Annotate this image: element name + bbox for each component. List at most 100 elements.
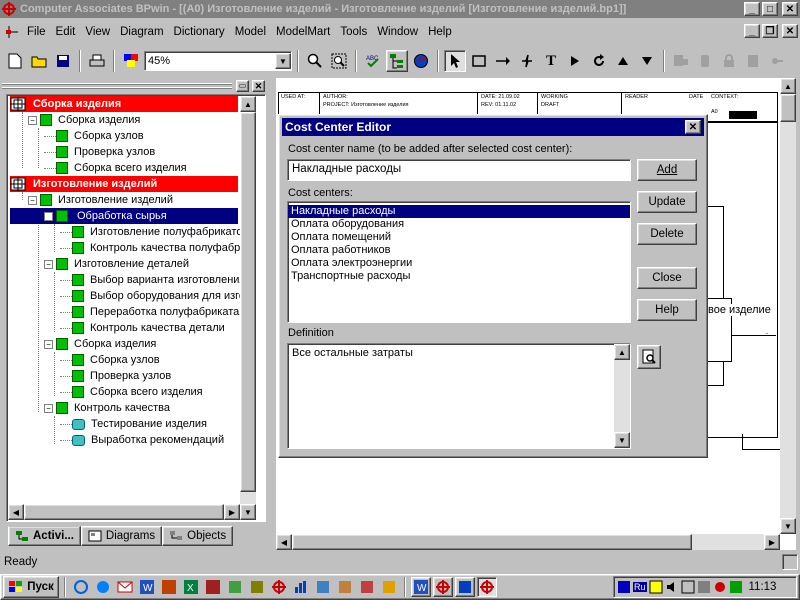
scroll-thumb[interactable]: [240, 112, 256, 492]
doc-close-button[interactable]: ✕: [782, 24, 798, 38]
minimize-button[interactable]: _: [744, 2, 760, 16]
rotate-tool[interactable]: [588, 50, 610, 72]
zoom-fit-button[interactable]: [328, 50, 350, 72]
quicklaunch-app3[interactable]: [313, 577, 333, 597]
close-dialog-button[interactable]: Close: [637, 267, 697, 289]
pointer-tool[interactable]: [444, 50, 466, 72]
quicklaunch-access[interactable]: [203, 577, 223, 597]
tree-node[interactable]: − Изготовление деталей: [44, 256, 189, 272]
quicklaunch-word[interactable]: W: [137, 577, 157, 597]
definition-scrollbar[interactable]: ▲ ▼: [614, 344, 630, 448]
cost-center-list-item[interactable]: Транспортные расходы: [288, 270, 630, 283]
tree-node[interactable]: − Контроль качества: [44, 400, 170, 416]
tray-icon[interactable]: [713, 580, 727, 594]
cost-center-list-item[interactable]: Оплата работников: [288, 244, 630, 257]
diagram-hscroll-thumb[interactable]: [292, 534, 692, 550]
next-level-tool[interactable]: [564, 50, 586, 72]
diagram-vscrollbar[interactable]: ▲ ▼: [780, 78, 796, 534]
tree-hscrollbar[interactable]: ◀ ▶: [8, 504, 240, 520]
quicklaunch-chart[interactable]: [291, 577, 311, 597]
cost-center-list-item[interactable]: Оплата помещений: [288, 231, 630, 244]
tray-icon[interactable]: [729, 580, 743, 594]
tree-node[interactable]: − Сборка изделия: [28, 112, 140, 128]
tree-node[interactable]: Сборка узлов: [44, 128, 144, 144]
tree-vscrollbar[interactable]: ▲ ▼: [240, 96, 256, 520]
tree-node[interactable]: Сборка узлов: [60, 352, 160, 368]
definition-editor-button[interactable]: [637, 345, 661, 369]
tree-node[interactable]: Проверка узлов: [60, 368, 171, 384]
cost-centers-list[interactable]: Накладные расходы Оплата оборудования Опла…: [287, 201, 631, 323]
tree-node[interactable]: Сборка всего изделия: [60, 384, 203, 400]
quicklaunch-app6[interactable]: [379, 577, 399, 597]
task-bpwin-active[interactable]: [477, 577, 497, 597]
dialog-title-bar[interactable]: Cost Center Editor ✕: [282, 118, 704, 136]
add-button[interactable]: Add: [637, 159, 697, 181]
diagram-scroll-up[interactable]: ▲: [780, 78, 796, 94]
maximize-button[interactable]: □: [762, 2, 778, 16]
diagram-scroll-right[interactable]: ▶: [764, 534, 780, 550]
tree-node[interactable]: − Сборка изделия: [44, 336, 156, 352]
tree-node[interactable]: Изготовление полуфабрикатов: [60, 224, 240, 240]
definition-scroll-down[interactable]: ▼: [614, 432, 630, 448]
tree-node[interactable]: Проверка узлов: [44, 144, 155, 160]
text-tool[interactable]: T: [540, 50, 562, 72]
quicklaunch-explorer[interactable]: [71, 577, 91, 597]
tray-icon[interactable]: [681, 580, 695, 594]
tree-node[interactable]: Тестирование изделия: [60, 416, 207, 432]
menu-model[interactable]: Model: [230, 26, 271, 38]
chevron-down-icon[interactable]: ▼: [275, 53, 291, 69]
tree-node[interactable]: Переработка полуфабриката: [60, 304, 239, 320]
new-button[interactable]: [4, 50, 26, 72]
arrow-tool[interactable]: [492, 50, 514, 72]
menu-tools[interactable]: Tools: [335, 26, 372, 38]
dialog-close-button[interactable]: ✕: [685, 120, 701, 134]
menu-dictionary[interactable]: Dictionary: [169, 26, 230, 38]
close-button[interactable]: ✕: [782, 2, 798, 16]
cost-center-name-input[interactable]: Накладные расходы: [287, 159, 631, 181]
tree-expander-icon[interactable]: −: [44, 211, 53, 221]
cost-center-list-item[interactable]: Оплата оборудования: [288, 218, 630, 231]
help-button[interactable]: Help: [637, 299, 697, 321]
modelmart-button[interactable]: [410, 50, 432, 72]
doc-restore-button[interactable]: ❐: [762, 24, 778, 38]
window-title-bar[interactable]: Computer Associates BPwin - [(A0) Изгото…: [0, 0, 800, 18]
cost-center-list-item[interactable]: Накладные расходы: [288, 205, 630, 218]
definition-textarea[interactable]: Все остальные затраты ▲ ▼: [287, 343, 631, 449]
open-button[interactable]: [28, 50, 50, 72]
cost-center-list-item[interactable]: Оплата электроэнергии: [288, 257, 630, 270]
tree-node[interactable]: Выбор оборудования для изготовления: [60, 288, 240, 304]
menu-help[interactable]: Help: [423, 26, 457, 38]
tree-expander-icon[interactable]: −: [44, 403, 53, 413]
tree-expander-icon[interactable]: −: [44, 339, 53, 349]
tree-node[interactable]: Выработка рекомендаций: [60, 432, 224, 448]
tray-icon[interactable]: [649, 580, 663, 594]
tree-node[interactable]: Изготовление изделий: [10, 176, 238, 192]
quicklaunch-app4[interactable]: [335, 577, 355, 597]
tree-expander-icon[interactable]: −: [28, 195, 37, 205]
diagram-scroll-down[interactable]: ▼: [780, 518, 796, 534]
box-tool[interactable]: [468, 50, 490, 72]
quicklaunch-app1[interactable]: [225, 577, 245, 597]
menu-modelmart[interactable]: ModelMart: [271, 26, 335, 38]
tab-activities[interactable]: Activi...: [8, 526, 81, 546]
task-word[interactable]: W: [411, 577, 431, 597]
tree-node[interactable]: Сборка изделия: [10, 96, 238, 112]
print-button[interactable]: [86, 50, 108, 72]
zoom-select[interactable]: 45% ▼: [144, 51, 292, 71]
quicklaunch-excel[interactable]: X: [181, 577, 201, 597]
task-app[interactable]: [455, 577, 475, 597]
definition-scroll-up[interactable]: ▲: [614, 344, 630, 360]
quicklaunch-app5[interactable]: [357, 577, 377, 597]
hscroll-thumb[interactable]: [24, 504, 224, 520]
menu-view[interactable]: View: [80, 26, 115, 38]
panel-close-button[interactable]: ✕: [252, 80, 265, 92]
diagram-hscrollbar[interactable]: ◀ ▶: [276, 534, 780, 550]
tree-expander-icon[interactable]: −: [28, 115, 37, 125]
clock[interactable]: 11:13: [749, 581, 777, 593]
tree-node[interactable]: Контроль качества полуфабрикатов: [60, 240, 240, 256]
tree-node[interactable]: Сборка всего изделия: [44, 160, 187, 176]
panel-restore-button[interactable]: ▭: [236, 80, 249, 92]
tree-node[interactable]: − Обработка сырья: [10, 208, 238, 224]
scroll-left-button[interactable]: ◀: [8, 504, 24, 520]
menu-file[interactable]: File: [22, 26, 51, 38]
